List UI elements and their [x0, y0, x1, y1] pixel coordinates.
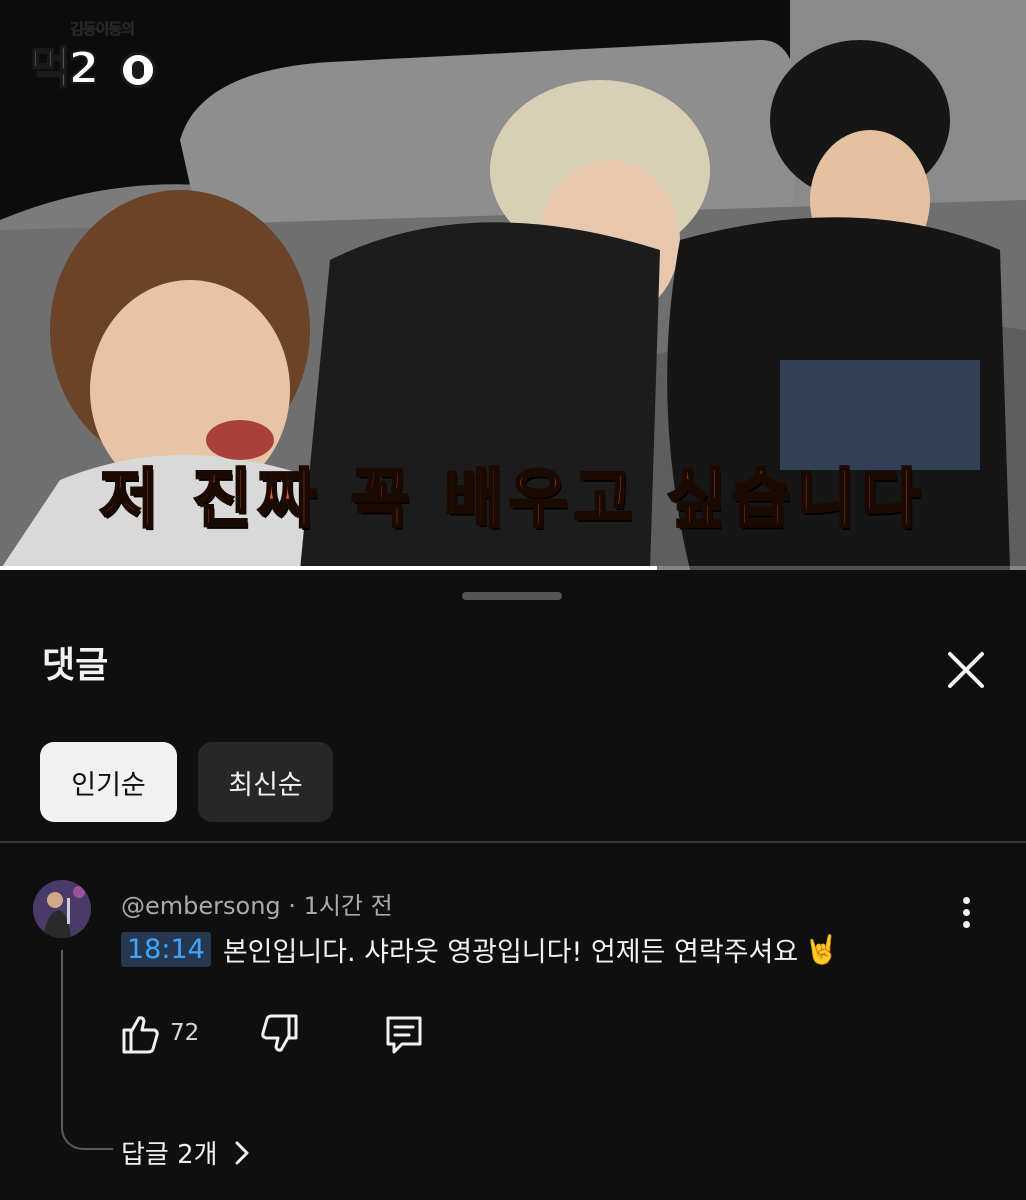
comments-title: 댓글	[42, 645, 109, 686]
channel-logo-main-text: 먹2	[29, 42, 100, 95]
more-options-button[interactable]	[948, 890, 984, 934]
comment-body: 18:14 본인입니다. 샤라웃 영광입니다! 언제든 연락주셔요 🤘	[121, 930, 839, 969]
comments-panel: 댓글 인기순 최신순 @embersong · 1시간 전 18:14 본인입니…	[0, 570, 1026, 1200]
drag-handle[interactable]	[462, 592, 562, 600]
video-player[interactable]: 김동이동의 먹2 저 진짜 꼭 배우고 싶습니다	[0, 0, 1026, 570]
meta-separator: ·	[288, 892, 296, 920]
logo-eye-icon	[120, 52, 156, 88]
channel-logo: 김동이동의 먹2	[29, 18, 160, 95]
thumbs-down-icon	[261, 1014, 298, 1052]
chevron-right-icon	[235, 1141, 249, 1164]
more-vert-icon-dot	[962, 908, 970, 916]
sort-chip-newest[interactable]: 최신순	[198, 742, 333, 822]
close-icon	[948, 652, 984, 688]
more-vert-icon-dot	[962, 920, 970, 928]
reply-button[interactable]	[380, 1010, 428, 1058]
like-count: 72	[170, 1020, 200, 1046]
sort-chip-top[interactable]: 인기순	[40, 742, 177, 822]
avatar[interactable]	[33, 880, 91, 938]
reply-icon	[386, 1016, 422, 1054]
view-replies-button[interactable]: 답글 2개	[121, 1134, 252, 1171]
comment-timestamp-link[interactable]: 18:14	[121, 932, 211, 967]
video-subtitle: 저 진짜 꼭 배우고 싶습니다	[98, 462, 927, 539]
reply-thread-line	[61, 950, 113, 1150]
comment-text: 본인입니다. 샤라웃 영광입니다! 언제든 연락주셔요	[222, 937, 799, 968]
comment-time: 1시간 전	[303, 892, 393, 920]
close-button[interactable]	[938, 642, 994, 698]
thumbs-up-icon	[122, 1016, 159, 1054]
like-button[interactable]	[116, 1010, 164, 1058]
rock-hand-emoji: 🤘	[804, 933, 840, 966]
avatar-image	[33, 880, 91, 938]
comment-author[interactable]: @embersong	[121, 892, 281, 920]
divider	[0, 841, 1026, 843]
more-vert-icon-dot	[962, 896, 970, 904]
dislike-button[interactable]	[256, 1010, 304, 1058]
replies-label: 답글 2개	[121, 1140, 218, 1170]
comment-meta: @embersong · 1시간 전	[121, 886, 393, 921]
